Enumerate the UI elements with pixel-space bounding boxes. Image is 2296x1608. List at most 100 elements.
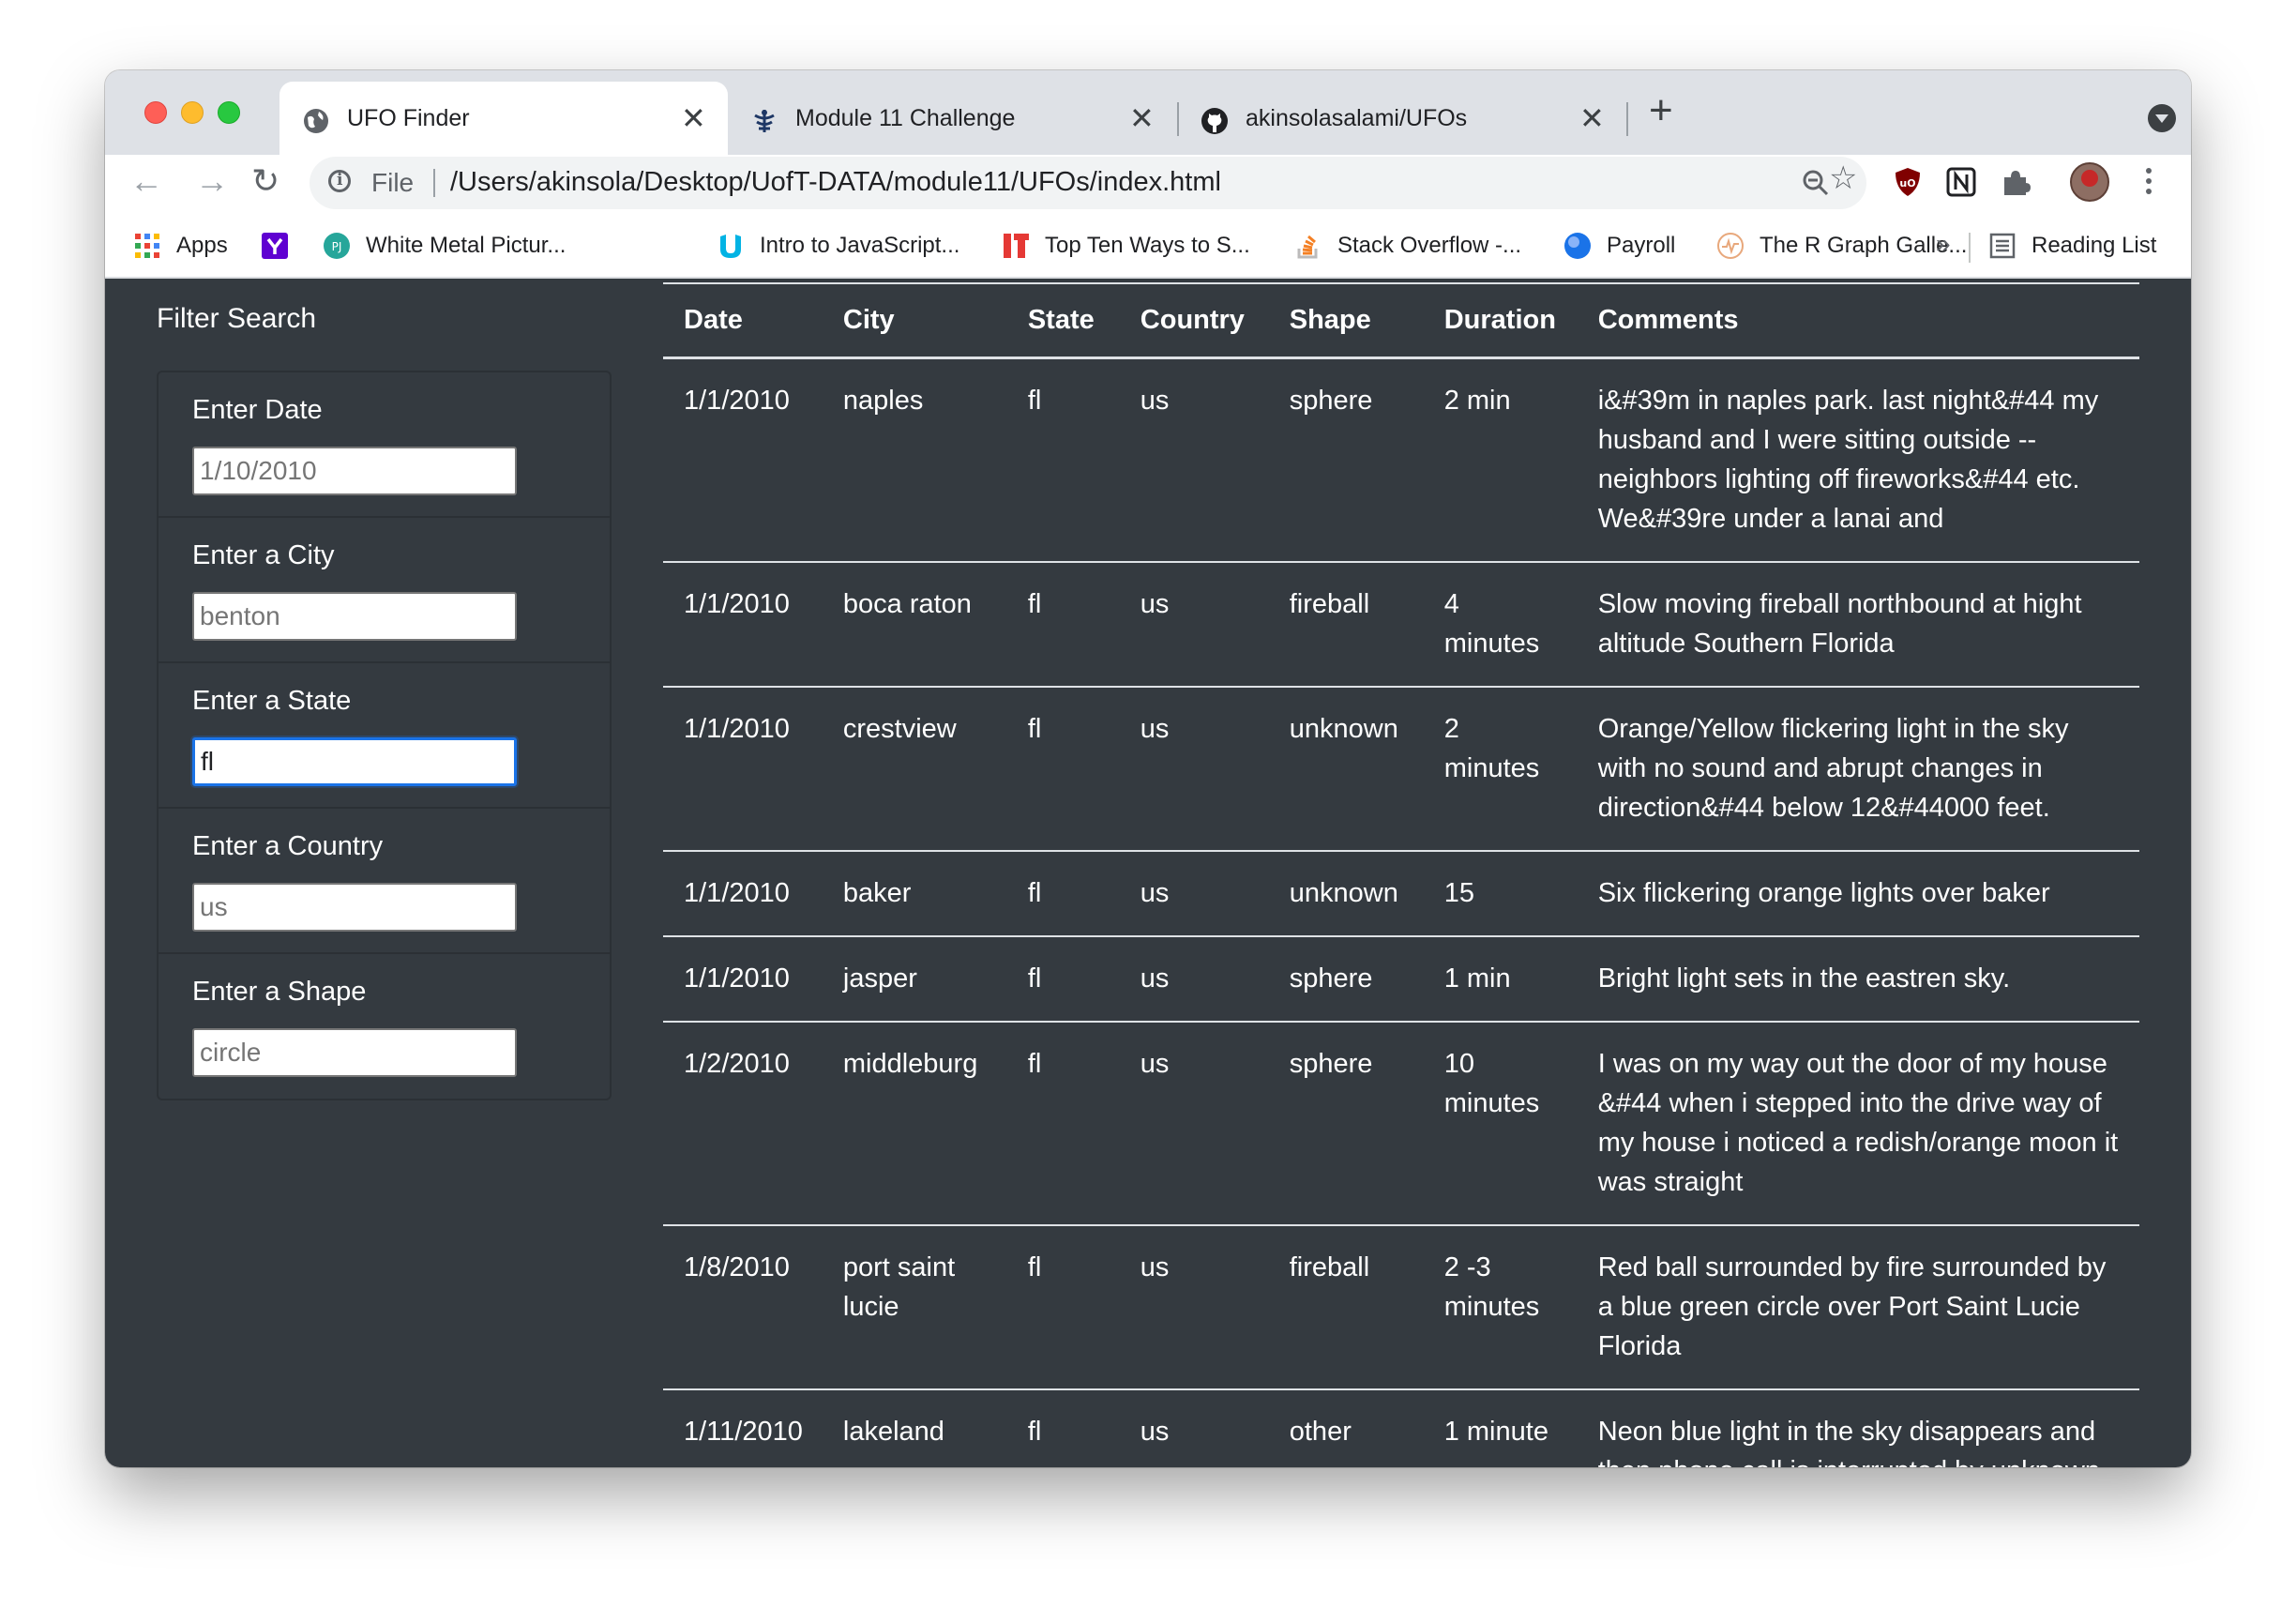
bookmark-top-ten[interactable]: Top Ten Ways to S... [1002, 227, 1250, 265]
cell-shape: sphere [1268, 936, 1424, 1023]
tab-ufo-finder[interactable]: UFO Finder ✕ [279, 82, 728, 155]
column-header-state: State [1006, 282, 1120, 359]
info-icon[interactable] [328, 170, 351, 192]
filter-label: Enter a Shape [192, 977, 367, 1007]
cell-comments: Neon blue light in the sky disappears an… [1577, 1389, 2139, 1467]
cell-duration: 1 min [1423, 936, 1578, 1023]
close-tab-icon[interactable]: ✕ [681, 102, 706, 134]
cell-comments: I was on my way out the door of my house… [1577, 1022, 2139, 1226]
tab-title: UFO Finder [347, 105, 470, 131]
cell-duration: 2 -3 minutes [1423, 1225, 1578, 1390]
uoft-crest-icon [754, 110, 775, 132]
reading-list-label: Reading List [2032, 233, 2157, 258]
cell-comments: Bright light sets in the eastren sky. [1577, 936, 2139, 1023]
payroll-icon [1564, 233, 1591, 259]
close-tab-icon[interactable]: ✕ [1129, 102, 1155, 134]
address-separator [433, 169, 435, 197]
filter-label: Enter a City [192, 540, 335, 570]
close-tab-icon[interactable]: ✕ [1579, 102, 1605, 134]
cell-state: fl [1006, 687, 1120, 852]
cell-state: fl [1006, 1022, 1120, 1226]
filter-list: Enter Date Enter a City Enter a State En… [157, 371, 612, 1100]
tab-title: akinsolasalami/UFOs [1246, 105, 1468, 131]
filter-item-shape: Enter a Shape [159, 954, 610, 1099]
bookmark-label: White Metal Pictur... [366, 233, 566, 258]
bookmark-intro-js[interactable]: Intro to JavaScript... [717, 227, 959, 265]
bookmark-yahoo[interactable] [261, 227, 304, 265]
address-bar[interactable]: File /Users/akinsola/Desktop/UofT-DATA/m… [310, 157, 1866, 209]
globe-icon [304, 109, 328, 133]
cell-country: us [1119, 851, 1269, 937]
maximize-window-button[interactable] [218, 101, 240, 124]
svg-text:PJ: PJ [332, 240, 342, 253]
minimize-window-button[interactable] [181, 101, 204, 124]
notion-icon[interactable] [1945, 166, 1977, 198]
tab-module-11-challenge[interactable]: Module 11 Challenge ✕ [728, 82, 1176, 155]
bookmark-apps[interactable]: Apps [133, 227, 228, 265]
bookmarks-bar: Apps PJ White Metal Pictur... Intro to J… [105, 218, 2191, 279]
cell-state: fl [1006, 936, 1120, 1023]
toolbar: ← → ↻ File /Users/akinsola/Desktop/UofT-… [105, 155, 2191, 218]
bookmark-payroll[interactable]: Payroll [1563, 227, 1675, 265]
back-arrow-icon[interactable]: ← [129, 162, 163, 200]
date-input[interactable] [192, 447, 517, 495]
bookmark-white-metal[interactable]: PJ White Metal Pictur... [323, 227, 566, 265]
github-icon [1201, 108, 1228, 134]
cell-duration: 1 minute [1423, 1389, 1578, 1467]
table-row: 1/2/2010 middleburg fl us sphere 10 minu… [663, 1022, 2139, 1226]
cell-comments: Orange/Yellow flickering light in the sk… [1577, 687, 2139, 852]
cell-country: us [1119, 357, 1269, 563]
shape-input[interactable] [192, 1028, 517, 1077]
scheme-label: File [371, 168, 415, 197]
state-input[interactable] [192, 737, 517, 786]
cell-city: lakeland [822, 1389, 1007, 1467]
tab-github-ufos[interactable]: akinsolasalami/UFOs ✕ [1178, 82, 1626, 155]
bookmark-star-icon[interactable]: ☆ [1829, 159, 1857, 197]
zoom-out-icon[interactable] [1801, 168, 1831, 198]
browser-window: UFO Finder ✕ Module 11 Challenge ✕ akins… [105, 70, 2191, 1467]
filter-item-city: Enter a City [159, 518, 610, 663]
svg-text:uO: uO [1899, 177, 1915, 190]
cell-comments: Red ball surrounded by fire surrounded b… [1577, 1225, 2139, 1390]
filter-item-country: Enter a Country [159, 809, 610, 954]
cell-state: fl [1006, 562, 1120, 688]
extensions-puzzle-icon[interactable] [2000, 166, 2032, 198]
apps-grid-icon [135, 234, 159, 258]
cell-comments: i&#39m in naples park. last night&#44 my… [1577, 357, 2139, 563]
close-window-button[interactable] [144, 101, 167, 124]
reading-list-icon [1989, 233, 2016, 259]
cell-country: us [1119, 1225, 1269, 1390]
profile-avatar[interactable] [2070, 162, 2109, 202]
url-text[interactable]: /Users/akinsola/Desktop/UofT-DATA/module… [450, 167, 1221, 198]
forward-arrow-icon[interactable]: → [195, 162, 229, 200]
cell-city: middleburg [822, 1022, 1007, 1226]
bookmark-stack-overflow[interactable]: Stack Overflow -... [1294, 227, 1521, 265]
bookmark-label: Payroll [1607, 233, 1676, 258]
filter-label: Enter a State [192, 686, 352, 716]
cell-state: fl [1006, 1389, 1120, 1467]
cell-city: baker [822, 851, 1007, 937]
tab-search-icon[interactable] [2148, 104, 2176, 132]
reading-list-button[interactable]: Reading List [1988, 227, 2156, 265]
cell-state: fl [1006, 1225, 1120, 1390]
table-row: 1/1/2010 naples fl us sphere 2 min i&#39… [663, 357, 2139, 563]
filter-item-date: Enter Date [159, 372, 610, 518]
bookmark-label: Intro to JavaScript... [760, 233, 960, 258]
cell-country: us [1119, 1389, 1269, 1467]
country-input[interactable] [192, 883, 517, 932]
cell-shape: other [1268, 1389, 1424, 1467]
bookmark-label: Top Ten Ways to S... [1045, 233, 1250, 258]
ublock-origin-icon[interactable]: uO [1892, 166, 1924, 198]
new-tab-button[interactable]: + [1649, 89, 1673, 132]
filter-item-state: Enter a State [159, 663, 610, 809]
stackoverflow-icon [1297, 235, 1318, 259]
column-header-city: City [822, 282, 1007, 359]
cell-shape: fireball [1268, 562, 1424, 688]
udacity-icon [720, 235, 741, 258]
bookmark-r-graph-gallery[interactable]: The R Graph Galle... [1716, 227, 1967, 265]
bookmarks-overflow-button[interactable]: » [1936, 229, 1951, 259]
city-input[interactable] [192, 592, 517, 641]
reload-icon[interactable]: ↻ [251, 162, 279, 200]
cell-comments: Six flickering orange lights over baker [1577, 851, 2139, 937]
more-menu-icon[interactable] [2146, 168, 2152, 199]
